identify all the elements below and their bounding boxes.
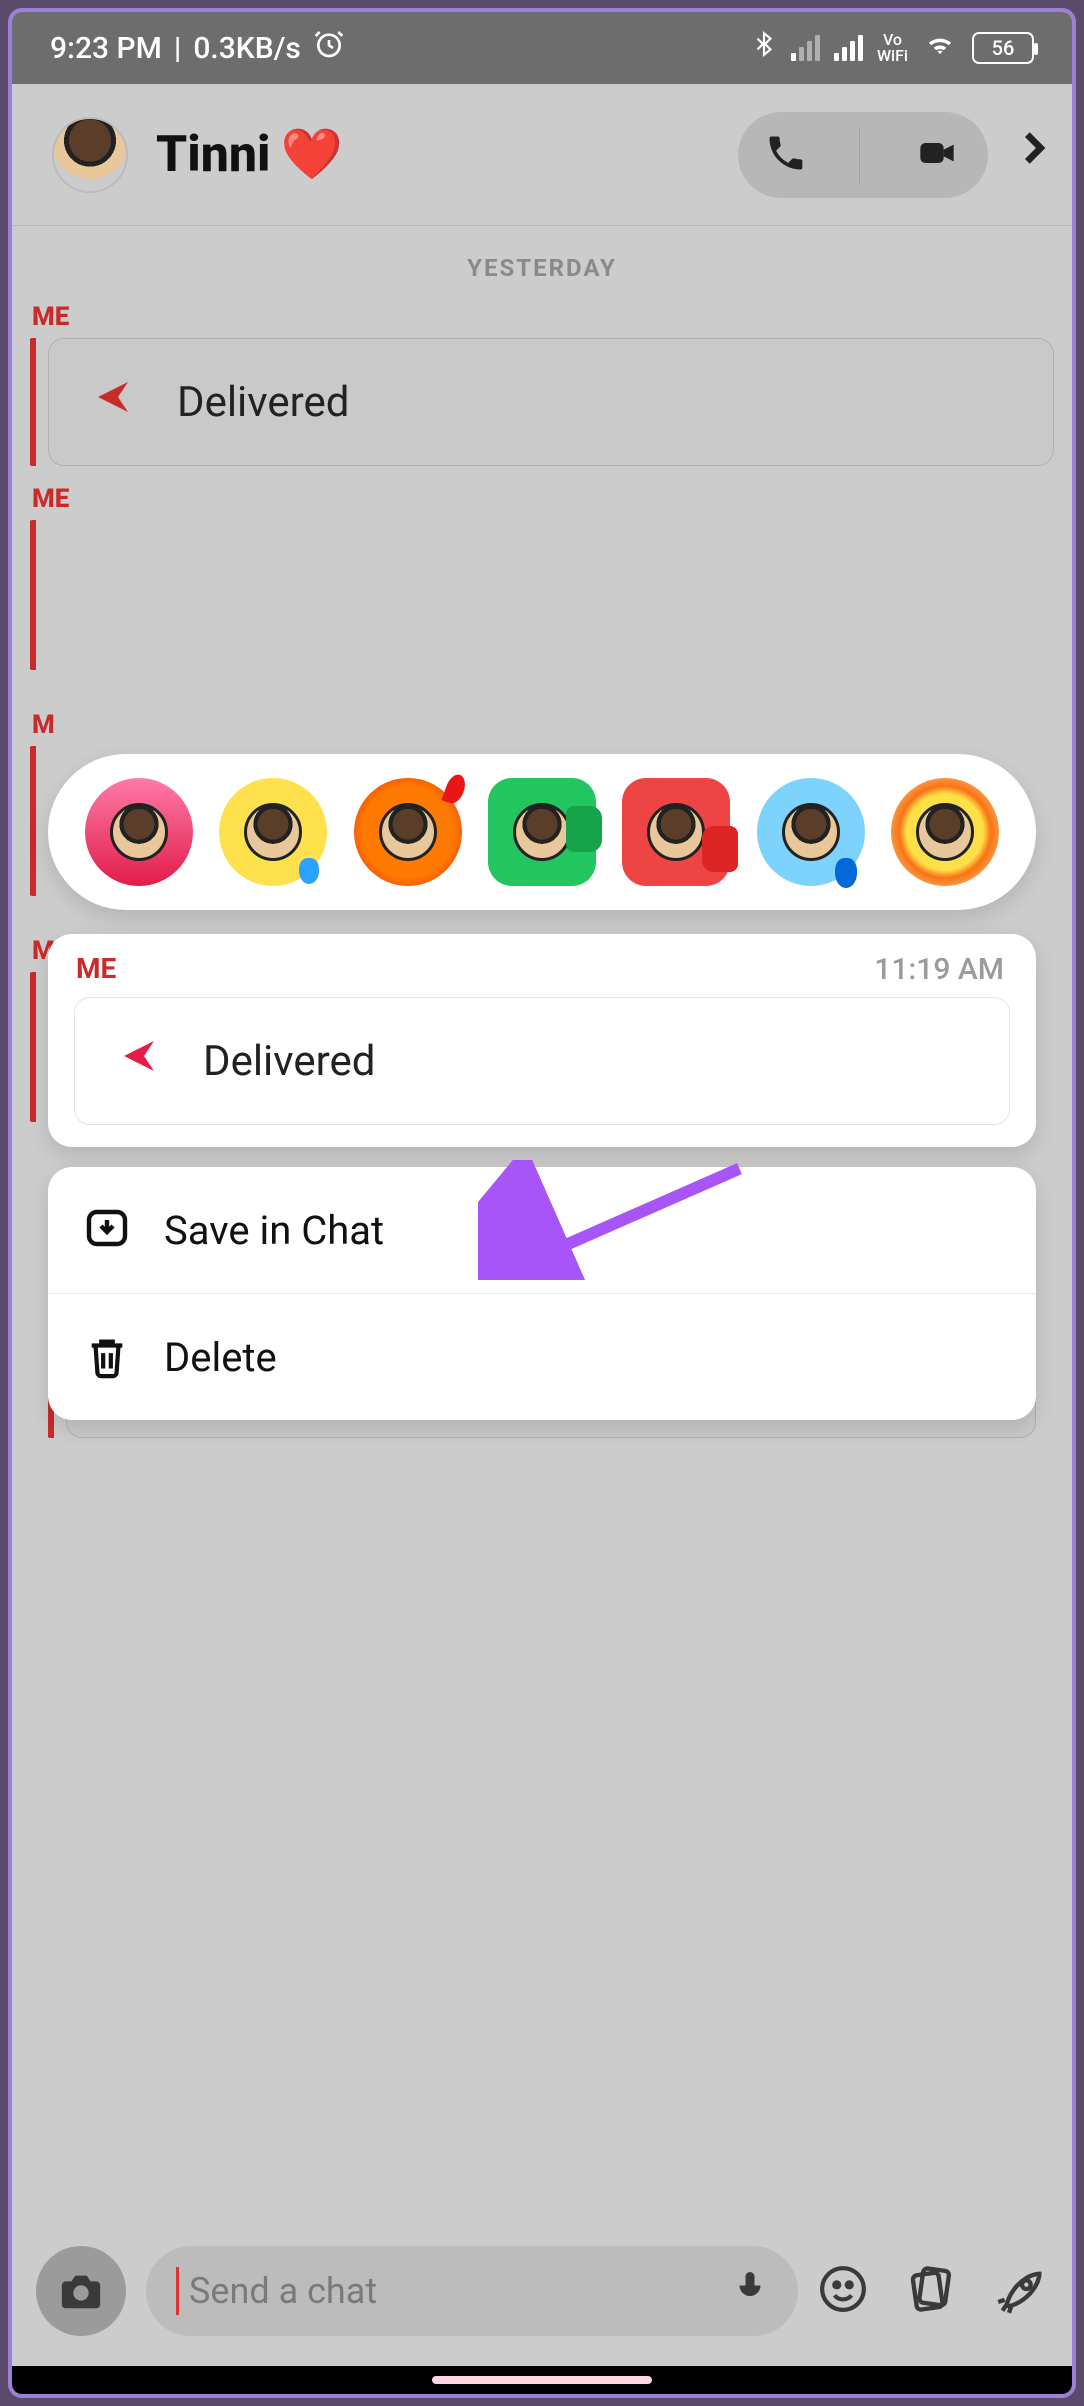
heart-icon: ❤️ (281, 126, 343, 184)
status-time: 9:23 PM (50, 31, 162, 66)
save-in-chat-button[interactable]: Save in Chat (48, 1167, 1036, 1293)
snap-card[interactable]: Delivered (48, 338, 1054, 466)
reaction-mind-blown[interactable] (891, 778, 999, 886)
reaction-fire[interactable] (354, 778, 462, 886)
avatar[interactable] (52, 117, 128, 193)
battery-icon: 56 (972, 32, 1034, 64)
sender-label: M (12, 710, 1072, 740)
chat-body[interactable]: YESTERDAY ME Delivered ME M M M (12, 226, 1072, 1122)
chat-header: Tinni ❤️ (12, 84, 1072, 226)
status-sep: | (174, 31, 181, 66)
mic-button[interactable] (732, 2263, 768, 2320)
emoji-button[interactable] (818, 2264, 868, 2318)
reaction-thumbs-up[interactable] (488, 778, 596, 886)
chat-input[interactable]: Send a chat (146, 2246, 798, 2336)
sender-label: ME (12, 302, 1072, 332)
status-bar: 9:23 PM | 0.3KB/s Vo WiFi 56 (12, 12, 1072, 84)
contact-name: Tinni (156, 126, 271, 184)
bluetooth-icon (751, 28, 777, 68)
date-separator: YESTERDAY (12, 234, 1072, 292)
video-call-button[interactable] (911, 133, 963, 177)
menu-label: Save in Chat (164, 1207, 384, 1254)
text-cursor (176, 2267, 179, 2315)
vowifi-icon: Vo WiFi (877, 32, 908, 64)
chat-placeholder: Send a chat (189, 2270, 377, 2312)
save-icon (82, 1205, 132, 1255)
wifi-icon (922, 29, 958, 67)
context-menu-overlay: ME 11:19 AM Delivered Save in Chat (48, 754, 1036, 1420)
reaction-thumbs-down[interactable] (622, 778, 730, 886)
chat-title[interactable]: Tinni ❤️ (156, 126, 738, 184)
signal-2-icon (834, 35, 863, 61)
reactions-bar (48, 754, 1036, 910)
selected-sender: ME (76, 952, 116, 987)
message-block[interactable] (30, 520, 1054, 670)
reaction-laugh[interactable] (219, 778, 327, 886)
reaction-heart[interactable] (85, 778, 193, 886)
selected-snap[interactable]: Delivered (74, 997, 1010, 1125)
selected-message-card: ME 11:19 AM Delivered (48, 934, 1036, 1147)
alarm-icon (313, 28, 345, 68)
sent-snap-icon (93, 377, 133, 428)
signal-1-icon (791, 35, 820, 61)
selected-snap-status: Delivered (203, 1037, 375, 1086)
camera-button[interactable] (36, 2246, 126, 2336)
chevron-right-icon[interactable] (1014, 123, 1054, 186)
sender-label: ME (12, 484, 1072, 514)
message-block[interactable]: Delivered (30, 338, 1054, 466)
trash-icon (82, 1332, 132, 1382)
selected-time: 11:19 AM (874, 952, 1004, 987)
home-indicator (12, 2366, 1072, 2394)
sent-snap-icon (119, 1036, 159, 1087)
snap-status: Delivered (177, 378, 349, 427)
menu-label: Delete (164, 1334, 277, 1381)
voice-call-button[interactable] (764, 131, 808, 179)
context-menu: Save in Chat Delete (48, 1167, 1036, 1420)
delete-button[interactable]: Delete (48, 1293, 1036, 1420)
reaction-tear[interactable] (757, 778, 865, 886)
status-netspeed: 0.3KB/s (193, 31, 300, 66)
call-controls (738, 112, 988, 198)
rocket-button[interactable] (996, 2263, 1048, 2319)
memories-button[interactable] (904, 2263, 960, 2319)
